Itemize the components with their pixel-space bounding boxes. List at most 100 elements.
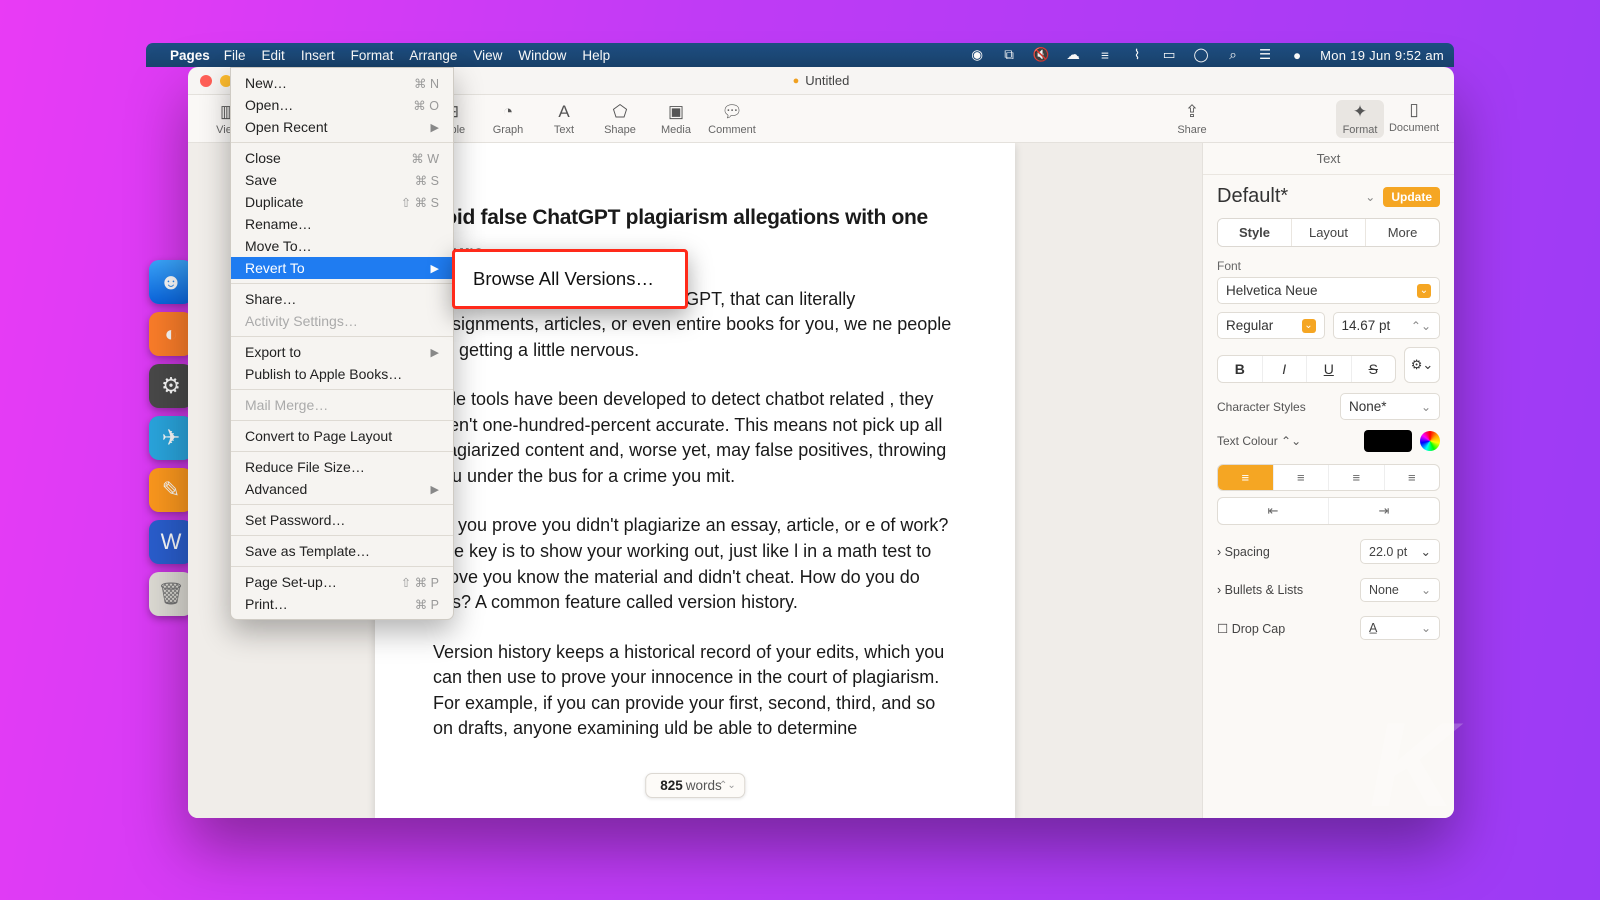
dock-firefox[interactable]: ◐ bbox=[149, 312, 193, 356]
menubar-help[interactable]: Help bbox=[582, 48, 610, 63]
spacing-field[interactable]: 22.0 pt⌄ bbox=[1360, 539, 1440, 564]
indent-button[interactable]: ⇥ bbox=[1329, 498, 1439, 524]
menubar-format[interactable]: Format bbox=[351, 48, 394, 63]
shape-icon: ⬠ bbox=[613, 102, 628, 122]
menu-save[interactable]: Save⌘ S bbox=[231, 169, 453, 191]
bullets-select[interactable]: None⌄ bbox=[1360, 578, 1440, 602]
font-size-field[interactable]: 14.67 pt ⌃⌄ bbox=[1333, 312, 1441, 339]
chevron-right-icon: ▶ bbox=[431, 262, 439, 275]
text-color-swatch[interactable] bbox=[1364, 430, 1412, 452]
menu-new[interactable]: New…⌘ N bbox=[231, 72, 453, 94]
stepper-icon[interactable]: ⌃⌄ bbox=[1411, 319, 1431, 333]
toolbar-text[interactable]: AText bbox=[540, 102, 588, 136]
siri-icon[interactable]: ● bbox=[1288, 46, 1306, 64]
align-justify-button[interactable]: ≡ bbox=[1385, 465, 1440, 490]
wifi-icon[interactable]: ⌇ bbox=[1128, 46, 1146, 64]
battery-icon[interactable]: ▭ bbox=[1160, 46, 1178, 64]
strike-button[interactable]: S bbox=[1352, 356, 1396, 382]
menubar-window[interactable]: Window bbox=[518, 48, 566, 63]
outdent-button[interactable]: ⇤ bbox=[1218, 498, 1329, 524]
menu-setpw[interactable]: Set Password… bbox=[231, 509, 453, 531]
menu-moveto[interactable]: Move To… bbox=[231, 235, 453, 257]
menu-export[interactable]: Export to▶ bbox=[231, 341, 453, 363]
align-segment: ≡ ≡ ≡ ≡ bbox=[1217, 464, 1440, 491]
tab-more[interactable]: More bbox=[1366, 219, 1439, 246]
menu-advanced[interactable]: Advanced▶ bbox=[231, 478, 453, 500]
menu-print[interactable]: Print…⌘ P bbox=[231, 593, 453, 615]
menu-rename[interactable]: Rename… bbox=[231, 213, 453, 235]
toolbar-document[interactable]: ▯Document bbox=[1390, 100, 1438, 138]
menu-browse-versions[interactable]: Browse All Versions… bbox=[455, 262, 685, 296]
spacing-label[interactable]: › Spacing bbox=[1217, 545, 1360, 559]
user-icon[interactable]: ◯ bbox=[1192, 46, 1210, 64]
toolbar-share[interactable]: ⇪Share bbox=[1168, 102, 1216, 136]
modified-dot-icon: ● bbox=[793, 75, 800, 87]
chevron-down-icon[interactable]: ⌄ bbox=[1365, 190, 1375, 204]
font-label: Font bbox=[1217, 259, 1440, 273]
font-family-select[interactable]: Helvetica Neue ⌄ bbox=[1217, 277, 1440, 304]
align-center-button[interactable]: ≡ bbox=[1274, 465, 1330, 490]
document-page[interactable]: void false ChatGPT plagiarism allegation… bbox=[375, 143, 1015, 818]
toolbar-format[interactable]: ✦Format bbox=[1336, 100, 1384, 138]
revert-submenu: Browse All Versions… bbox=[452, 249, 688, 309]
graph-icon: ◔ bbox=[503, 102, 513, 122]
menubar-file[interactable]: File bbox=[224, 48, 246, 63]
doc-p4: Version history keeps a historical recor… bbox=[433, 640, 957, 742]
search-icon[interactable]: ⌕ bbox=[1224, 46, 1242, 64]
menu-reduce[interactable]: Reduce File Size… bbox=[231, 456, 453, 478]
dock-telegram[interactable]: ✈︎ bbox=[149, 416, 193, 460]
menubar-edit[interactable]: Edit bbox=[262, 48, 285, 63]
menu-open[interactable]: Open…⌘ O bbox=[231, 94, 453, 116]
cloud-icon[interactable]: ☁︎ bbox=[1064, 46, 1082, 64]
compass-icon[interactable]: ◉ bbox=[968, 46, 986, 64]
dock-word[interactable]: W bbox=[149, 520, 193, 564]
menu-publish[interactable]: Publish to Apple Books… bbox=[231, 363, 453, 385]
dock-settings[interactable]: ⚙︎ bbox=[149, 364, 193, 408]
menubar-insert[interactable]: Insert bbox=[301, 48, 335, 63]
paragraph-style[interactable]: Default* bbox=[1217, 185, 1357, 208]
dock-pages[interactable]: ✎ bbox=[149, 468, 193, 512]
tab-style[interactable]: Style bbox=[1218, 219, 1292, 246]
bullets-label[interactable]: › Bullets & Lists bbox=[1217, 583, 1360, 597]
color-wheel-icon[interactable] bbox=[1420, 431, 1440, 451]
menu-share[interactable]: Share… bbox=[231, 288, 453, 310]
close-icon[interactable] bbox=[200, 75, 212, 87]
tab-layout[interactable]: Layout bbox=[1292, 219, 1366, 246]
textcolor-label: Text Colour ⌃⌄ bbox=[1217, 434, 1356, 448]
mute-icon[interactable]: 🔇 bbox=[1032, 46, 1050, 64]
menubar-datetime[interactable]: Mon 19 Jun 9:52 am bbox=[1320, 48, 1444, 63]
menu-mailmerge: Mail Merge… bbox=[231, 394, 453, 416]
toolbar-comment[interactable]: 💬︎Comment bbox=[708, 102, 756, 136]
align-left-button[interactable]: ≡ bbox=[1218, 465, 1274, 490]
underline-button[interactable]: U bbox=[1307, 356, 1352, 382]
wordcount[interactable]: 825words ⌃⌄ bbox=[645, 773, 745, 798]
menubar-arrange[interactable]: Arrange bbox=[409, 48, 457, 63]
text-icon: A bbox=[558, 102, 569, 122]
bold-button[interactable]: B bbox=[1218, 356, 1263, 382]
menu-open-recent[interactable]: Open Recent▶ bbox=[231, 116, 453, 138]
menu-pagesetup[interactable]: Page Set-up…⇧ ⌘ P bbox=[231, 571, 453, 593]
dock-trash[interactable]: 🗑︎ bbox=[149, 572, 193, 616]
menu-convert[interactable]: Convert to Page Layout bbox=[231, 425, 453, 447]
dropcap-select[interactable]: A̲ ⌄ bbox=[1360, 616, 1440, 640]
orange-stepper-icon: ⌄ bbox=[1302, 319, 1316, 333]
bluetooth-icon[interactable]: ≡ bbox=[1096, 46, 1114, 64]
menubar-app[interactable]: Pages bbox=[170, 48, 210, 63]
toolbar-media[interactable]: ▣Media bbox=[652, 102, 700, 136]
dock-finder[interactable]: ☻ bbox=[149, 260, 193, 304]
toolbar-shape[interactable]: ⬠Shape bbox=[596, 102, 644, 136]
menu-close[interactable]: Close⌘ W bbox=[231, 147, 453, 169]
charstyles-select[interactable]: None*⌄ bbox=[1340, 393, 1440, 420]
toolbar-graph[interactable]: ◔Graph bbox=[484, 102, 532, 136]
control-center-icon[interactable]: ☰ bbox=[1256, 46, 1274, 64]
menu-revert-to[interactable]: Revert To▶ bbox=[231, 257, 453, 279]
italic-button[interactable]: I bbox=[1263, 356, 1308, 382]
menu-duplicate[interactable]: Duplicate⇧ ⌘ S bbox=[231, 191, 453, 213]
menubar-view[interactable]: View bbox=[473, 48, 502, 63]
font-style-select[interactable]: Regular ⌄ bbox=[1217, 312, 1325, 339]
menu-savetmpl[interactable]: Save as Template… bbox=[231, 540, 453, 562]
font-options-button[interactable]: ⚙︎⌄ bbox=[1404, 347, 1440, 383]
align-right-button[interactable]: ≡ bbox=[1329, 465, 1385, 490]
dropbox-icon[interactable]: ⧉ bbox=[1000, 46, 1018, 64]
update-button[interactable]: Update bbox=[1383, 187, 1440, 207]
